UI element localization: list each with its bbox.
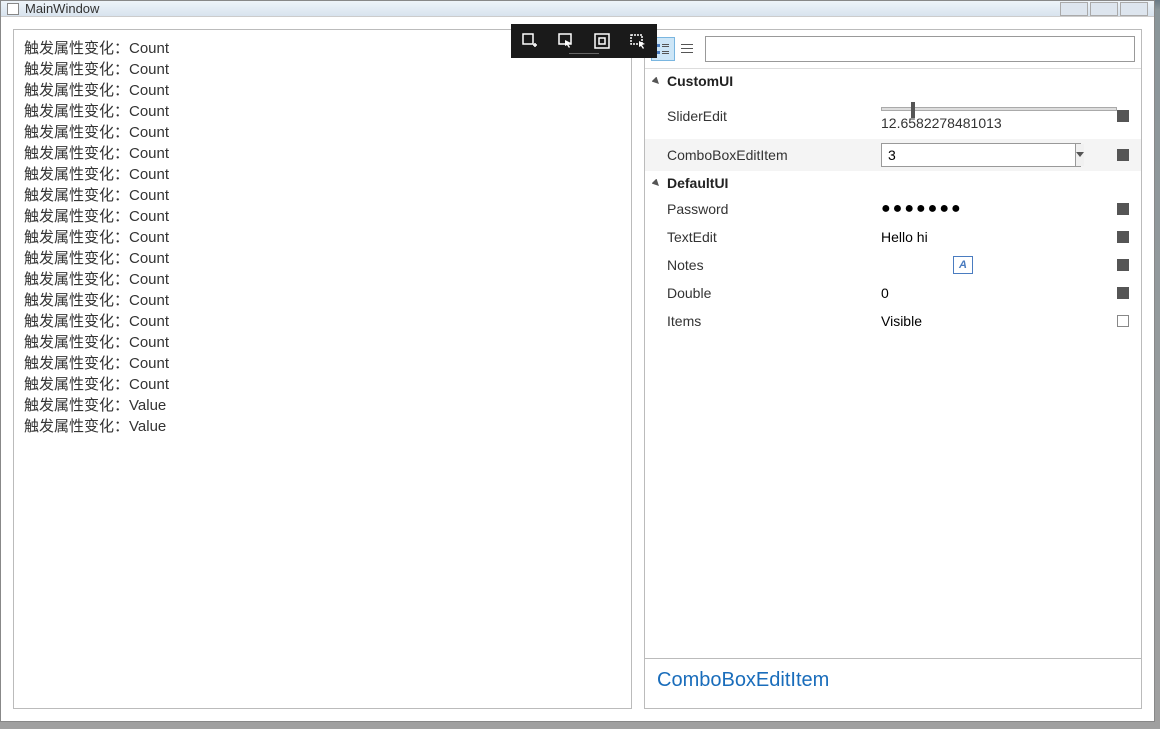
debug-tool-1[interactable]	[519, 30, 541, 52]
items-value: Visible	[881, 313, 922, 329]
view-mode-buttons	[651, 37, 699, 61]
categorized-icon	[656, 42, 670, 56]
prop-row-items: Items Visible	[645, 307, 1141, 335]
list-icon	[680, 42, 694, 56]
prop-label-notes: Notes	[645, 251, 875, 279]
prop-marker[interactable]	[1117, 315, 1129, 327]
password-dots: ●●●●●●●	[881, 201, 963, 217]
prop-row-password: Password ●●●●●●●	[645, 195, 1141, 223]
log-line: 触发属性变化：Count	[24, 164, 621, 185]
log-line: 触发属性变化：Count	[24, 101, 621, 122]
log-line: 触发属性变化：Count	[24, 122, 621, 143]
prop-value-slideredit[interactable]: 12.6582278481013	[875, 93, 1141, 139]
minimize-button[interactable]	[1060, 2, 1088, 16]
chevron-down-icon	[1076, 152, 1084, 158]
description-text: ComboBoxEditItem	[657, 669, 829, 691]
combobox-dropdown-button[interactable]	[1075, 144, 1084, 166]
slider-thumb[interactable]	[911, 102, 915, 118]
log-line: 触发属性变化：Count	[24, 227, 621, 248]
log-line: 触发属性变化：Count	[24, 143, 621, 164]
app-icon	[7, 3, 19, 15]
maximize-button[interactable]	[1090, 2, 1118, 16]
titlebar[interactable]: MainWindow	[1, 1, 1154, 17]
group-customui[interactable]: CustomUI	[645, 69, 1141, 93]
select-element-icon	[557, 32, 575, 50]
add-control-icon	[521, 32, 539, 50]
prop-value-double[interactable]: 0	[875, 279, 1141, 307]
textedit-value: Hello hi	[881, 229, 928, 245]
combobox[interactable]	[881, 143, 1081, 167]
log-line: 触发属性变化：Count	[24, 353, 621, 374]
log-line: 触发属性变化：Value	[24, 416, 621, 437]
log-line: 触发属性变化：Count	[24, 80, 621, 101]
prop-value-combobox[interactable]	[875, 139, 1141, 171]
log-line: 触发属性变化：Count	[24, 332, 621, 353]
double-value: 0	[881, 285, 889, 301]
prop-label-items: Items	[645, 307, 875, 335]
group-defaultui[interactable]: DefaultUI	[645, 171, 1141, 195]
log-line: 触发属性变化：Count	[24, 248, 621, 269]
debug-tool-2[interactable]	[555, 30, 577, 52]
property-toolbar	[645, 30, 1141, 69]
log-line: 触发属性变化：Count	[24, 374, 621, 395]
log-line: 触发属性变化：Count	[24, 185, 621, 206]
prop-label-textedit: TextEdit	[645, 223, 875, 251]
slider-track[interactable]	[881, 107, 1117, 111]
property-search-input[interactable]	[705, 36, 1135, 62]
close-button[interactable]	[1120, 2, 1148, 16]
prop-marker[interactable]	[1117, 231, 1129, 243]
property-grid[interactable]: CustomUI SliderEdit 12.6582278481013	[645, 69, 1141, 658]
prop-value-notes[interactable]: A	[875, 251, 1141, 279]
debug-toolbar[interactable]	[511, 24, 657, 58]
track-focus-icon	[629, 32, 647, 50]
prop-marker[interactable]	[1117, 110, 1129, 122]
prop-marker[interactable]	[1117, 149, 1129, 161]
prop-label-combobox: ComboBoxEditItem	[645, 139, 875, 171]
expander-icon	[651, 76, 661, 86]
expander-icon	[651, 178, 661, 188]
prop-marker[interactable]	[1117, 259, 1129, 271]
window-title: MainWindow	[25, 1, 99, 16]
property-panel: CustomUI SliderEdit 12.6582278481013	[644, 29, 1142, 709]
log-line: 触发属性变化：Count	[24, 311, 621, 332]
combobox-input[interactable]	[882, 144, 1075, 166]
prop-marker[interactable]	[1117, 287, 1129, 299]
prop-value-textedit[interactable]: Hello hi	[875, 223, 1141, 251]
prop-row-notes: Notes A	[645, 251, 1141, 279]
prop-value-password[interactable]: ●●●●●●●	[875, 195, 1141, 223]
group-label: CustomUI	[667, 73, 733, 89]
group-label: DefaultUI	[667, 175, 728, 191]
layout-bounds-icon	[593, 32, 611, 50]
debug-tool-3[interactable]	[591, 30, 613, 52]
alphabetical-view-button[interactable]	[675, 37, 699, 61]
prop-row-combobox: ComboBoxEditItem	[645, 139, 1141, 171]
debug-tool-4[interactable]	[627, 30, 649, 52]
window-controls	[1060, 2, 1148, 16]
log-line: 触发属性变化：Count	[24, 290, 621, 311]
prop-row-textedit: TextEdit Hello hi	[645, 223, 1141, 251]
notes-edit-icon[interactable]: A	[953, 256, 973, 274]
prop-label-password: Password	[645, 195, 875, 223]
log-line: 触发属性变化：Count	[24, 59, 621, 80]
toolbar-grip[interactable]	[569, 53, 599, 56]
prop-row-slideredit: SliderEdit 12.6582278481013	[645, 93, 1141, 139]
prop-label-double: Double	[645, 279, 875, 307]
log-line: 触发属性变化：Count	[24, 269, 621, 290]
prop-value-items[interactable]: Visible	[875, 307, 1141, 335]
log-panel[interactable]: 触发属性变化：Count触发属性变化：Count触发属性变化：Count触发属性…	[13, 29, 632, 709]
log-line: 触发属性变化：Count	[24, 206, 621, 227]
description-panel: ComboBoxEditItem	[645, 658, 1141, 708]
prop-marker[interactable]	[1117, 203, 1129, 215]
log-line: 触发属性变化：Value	[24, 395, 621, 416]
client-area: 触发属性变化：Count触发属性变化：Count触发属性变化：Count触发属性…	[1, 17, 1154, 721]
main-window: MainWindow 触发属性变化：Count触发属性变化：Count触发属性变…	[0, 0, 1155, 722]
slider-value-text: 12.6582278481013	[881, 115, 1117, 131]
prop-row-double: Double 0	[645, 279, 1141, 307]
prop-label-slideredit: SliderEdit	[645, 93, 875, 139]
